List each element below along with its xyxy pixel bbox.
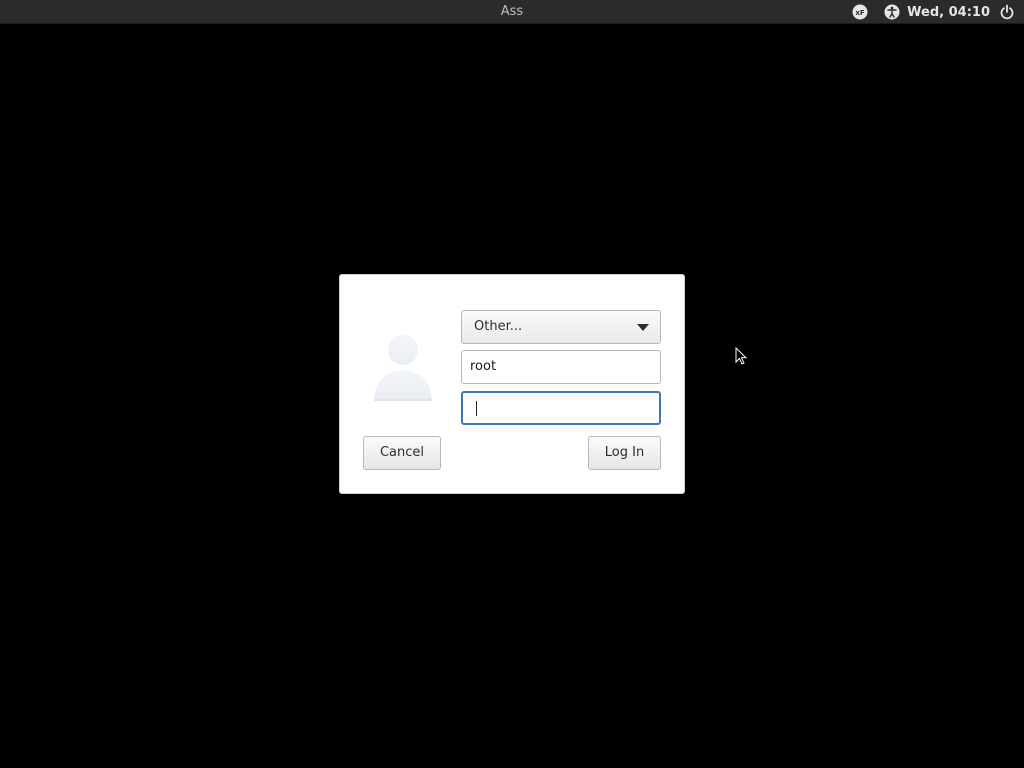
user-select-dropdown[interactable]: Other... xyxy=(461,310,661,344)
chevron-down-icon xyxy=(637,324,649,331)
text-caret xyxy=(476,401,477,416)
username-field[interactable]: root xyxy=(461,350,661,384)
login-button[interactable]: Log In xyxy=(588,436,661,470)
clock[interactable]: Wed, 04:10 xyxy=(907,5,990,20)
power-icon[interactable] xyxy=(998,3,1016,21)
user-select-value: Other... xyxy=(474,319,523,334)
svg-text:xF: xF xyxy=(856,9,866,17)
user-avatar-icon xyxy=(370,330,436,405)
mouse-pointer-icon xyxy=(735,346,749,367)
login-dialog: Other... root Cancel Log In xyxy=(339,274,685,494)
system-tray: xF Wed, 04:10 xyxy=(851,3,1016,21)
accessibility-icon[interactable] xyxy=(883,3,901,21)
top-bar: Ass xF Wed, 04:10 xyxy=(0,0,1024,24)
cancel-button[interactable]: Cancel xyxy=(363,436,441,470)
password-field[interactable] xyxy=(461,391,661,425)
keyboard-layout-icon[interactable]: xF xyxy=(851,3,869,21)
username-value: root xyxy=(470,359,497,374)
